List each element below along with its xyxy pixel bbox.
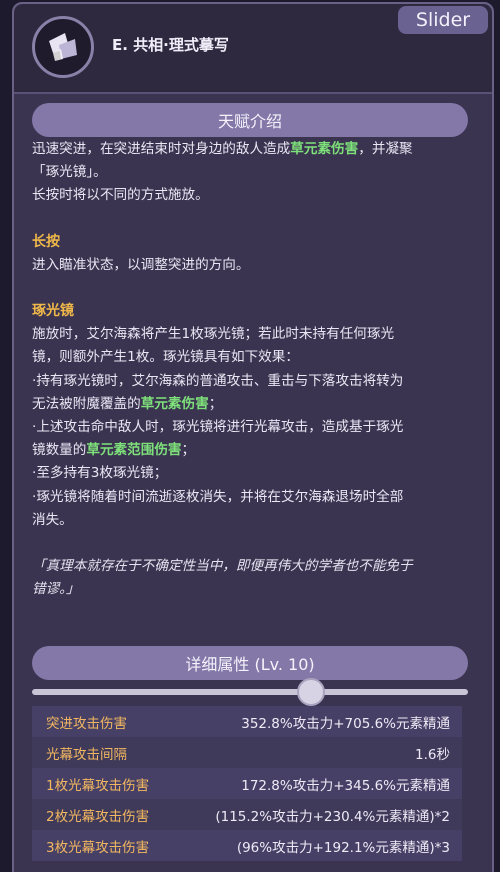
mirror-line-4-b: ； (208, 395, 223, 412)
intro-line-3: 长按时将以不同的方式施放。 (32, 187, 209, 204)
attribute-name: 光幕攻击间隔 (46, 746, 127, 763)
mirror-heading: 琢光镜 (32, 303, 74, 320)
talent-description: 迅速突进，在突进结束时对身边的敌人造成草元素伤害，并凝聚 「琢光镜」。 长按时将… (32, 138, 472, 601)
skill-title: E. 共相·理式摹写 (112, 36, 229, 54)
details-header: 详细属性 (Lv. 10) (32, 646, 468, 680)
quote-line-1: 「真理本就存在于不确定性当中，即便再伟大的学者也不能免于 (32, 558, 413, 575)
dendro-dmg-highlight: 草元素伤害 (290, 141, 359, 157)
attribute-value: 352.8%攻击力+705.6%元素精通 (241, 715, 450, 732)
mirror-line-6: 镜数量的草元素范围伤害； (32, 439, 472, 462)
dendro-aoe-highlight: 草元素范围伤害 (86, 442, 182, 459)
attribute-row: 1枚光幕攻击伤害 172.8%攻击力+345.6%元素精通 (32, 768, 462, 799)
hold-heading: 长按 (32, 233, 60, 250)
attribute-name: 突进攻击伤害 (46, 715, 127, 732)
intro-text-a: 迅速突进，在突进结束时对身边的敌人造成 (32, 141, 291, 157)
attribute-row: 3枚光幕攻击伤害 (96%攻击力+192.1%元素精通)*3 (32, 830, 462, 861)
attribute-row: 2枚光幕攻击伤害 (115.2%攻击力+230.4%元素精通)*2 (32, 799, 462, 830)
attribute-name: 2枚光幕攻击伤害 (46, 808, 150, 825)
attribute-value: (96%攻击力+192.1%元素精通)*3 (236, 839, 450, 856)
dendro-dmg-highlight-2: 草元素伤害 (140, 395, 209, 412)
attribute-value: 1.6秒 (415, 746, 450, 763)
attribute-row: 突进攻击伤害 352.8%攻击力+705.6%元素精通 (32, 706, 462, 737)
quote-line-2: 错谬。」 (32, 581, 80, 598)
attribute-name: 1枚光幕攻击伤害 (46, 777, 150, 794)
mirror-line-7: ·至多持有3枚琢光镜； (32, 465, 168, 482)
slider-tag[interactable]: Slider (398, 6, 488, 34)
talent-intro-header: 天赋介绍 (32, 103, 468, 137)
mirror-line-4: 无法被附魔覆盖的草元素伤害； (32, 393, 472, 416)
intro-line-2: 「琢光镜」。 (32, 164, 107, 181)
mirror-line-1: 施放时，艾尔海森将产生1枚琢光镜；若此时未持有任何琢光 (32, 326, 395, 343)
mirror-shards-icon (49, 33, 77, 61)
attribute-name: 3枚光幕攻击伤害 (46, 839, 150, 856)
hold-text: 进入瞄准状态，以调整突进的方向。 (32, 256, 250, 273)
intro-line-1: 迅速突进，在突进结束时对身边的敌人造成草元素伤害，并凝聚 (32, 138, 472, 161)
mirror-line-3: ·持有琢光镜时，艾尔海森的普通攻击、重击与下落攻击将转为 (32, 372, 404, 389)
mirror-line-5: ·上述攻击命中敌人时，琢光镜将进行光幕攻击，造成基于琢光 (32, 419, 404, 436)
mirror-line-6-b: ； (181, 442, 196, 459)
header-divider (14, 92, 492, 94)
attribute-row: 光幕攻击间隔 1.6秒 (32, 737, 462, 768)
attribute-table: 突进攻击伤害 352.8%攻击力+705.6%元素精通光幕攻击间隔 1.6秒 1枚光幕… (32, 706, 462, 861)
mirror-line-4-a: 无法被附魔覆盖的 (32, 395, 141, 412)
skill-icon (32, 16, 94, 78)
level-slider-track[interactable] (32, 689, 468, 695)
attribute-value: (115.2%攻击力+230.4%元素精通)*2 (215, 808, 450, 825)
mirror-line-2: 镜，则额外产生1枚。琢光镜具有如下效果： (32, 349, 299, 366)
attribute-value: 172.8%攻击力+345.6%元素精通 (241, 777, 450, 794)
intro-text-b: ，并凝聚 (358, 141, 413, 157)
mirror-line-6-a: 镜数量的 (32, 442, 87, 459)
mirror-line-8: ·琢光镜将随着时间流逝逐枚消失，并将在艾尔海森退场时全部 (32, 488, 404, 505)
mirror-line-9: 消失。 (32, 511, 73, 528)
level-slider-thumb[interactable] (297, 678, 326, 706)
